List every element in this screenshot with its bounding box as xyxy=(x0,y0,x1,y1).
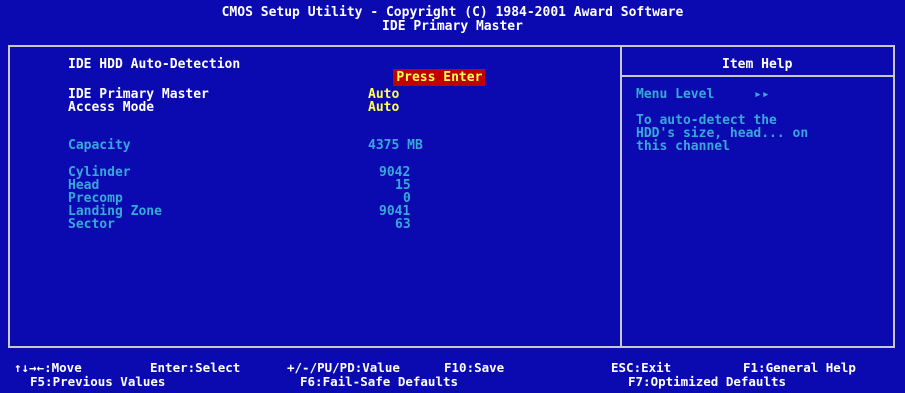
footer-general-help: F1:General Help xyxy=(743,360,856,375)
page-title: IDE Primary Master xyxy=(382,19,523,34)
footer-save: F10:Save xyxy=(444,360,505,375)
panel-divider xyxy=(620,45,622,348)
footer-select: Enter:Select xyxy=(150,360,241,375)
footer-move: ↑↓→←:Move xyxy=(14,360,82,375)
auto-detect-label: IDE HDD Auto-Detection xyxy=(68,57,241,72)
access-mode-label: Access Mode xyxy=(68,100,155,115)
sector-label: Sector xyxy=(68,217,115,232)
access-mode-value[interactable]: Auto xyxy=(368,101,399,114)
help-divider xyxy=(622,75,895,77)
bios-screen: CMOS Setup Utility - Copyright (C) 1984-… xyxy=(0,0,905,393)
footer-failsafe: F6:Fail-Safe Defaults xyxy=(300,374,459,389)
footer-value: +/-/PU/PD:Value xyxy=(287,360,400,375)
capacity-label: Capacity xyxy=(68,138,131,153)
key-legend: ↑↓→←:Move Enter:Select +/-/PU/PD:Value F… xyxy=(0,352,905,393)
footer-exit: ESC:Exit xyxy=(611,360,672,375)
item-help-title: Item Help xyxy=(722,57,793,72)
footer-previous: F5:Previous Values xyxy=(30,374,166,389)
title-line: CMOS Setup Utility - Copyright (C) 1984-… xyxy=(221,5,684,20)
title-bar: CMOS Setup Utility - Copyright (C) 1984-… xyxy=(0,0,905,46)
sector-value: 63 xyxy=(395,217,411,232)
help-text-line-3: this channel xyxy=(636,139,730,154)
menu-level-label: Menu Level xyxy=(636,87,715,102)
footer-optimized: F7:Optimized Defaults xyxy=(628,374,787,389)
press-enter-label: Press Enter xyxy=(393,69,486,86)
menu-level-arrows-icon: ▸▸ xyxy=(754,87,770,102)
capacity-value: 4375 MB xyxy=(368,138,423,153)
